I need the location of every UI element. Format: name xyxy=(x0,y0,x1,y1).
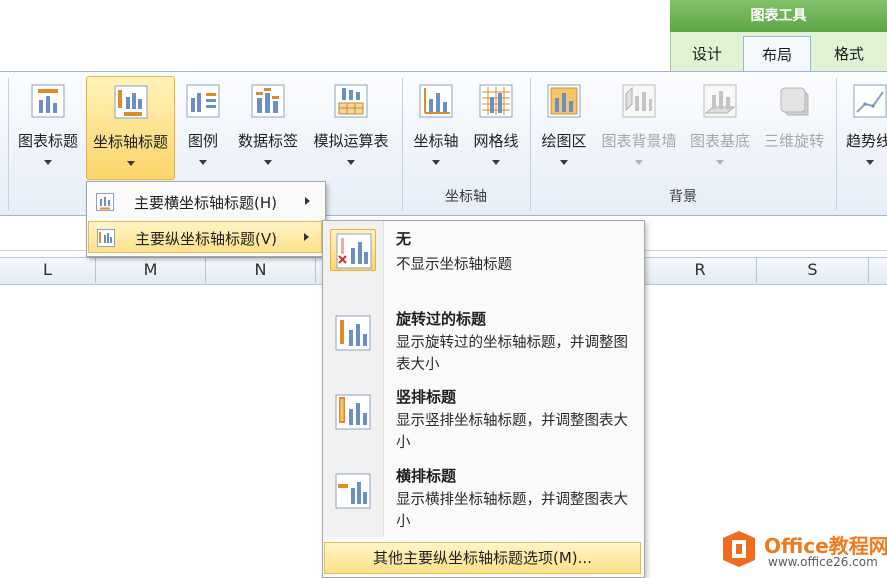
chart-floor-button[interactable]: 图表基底 xyxy=(684,76,756,180)
no-axis-title-icon xyxy=(330,229,376,271)
chart-wall-label: 图表背景墙 xyxy=(601,132,677,150)
gridlines-button[interactable]: 网格线 xyxy=(466,76,526,180)
chart-tools-header: 图表工具 xyxy=(670,0,887,32)
menu-item-label: 主要纵坐标轴标题(V) xyxy=(135,230,277,248)
chevron-down-icon xyxy=(716,160,724,165)
chevron-down-icon xyxy=(264,160,272,165)
data-labels-icon xyxy=(251,84,285,118)
gridlines-icon xyxy=(479,84,513,118)
chevron-right-icon xyxy=(304,233,309,241)
office-logo-icon xyxy=(722,530,756,568)
chart-title-button[interactable]: 图表标题 xyxy=(10,76,86,180)
legend-label: 图例 xyxy=(187,132,218,150)
option-description: 显示旋转过的坐标轴标题，并调整图表大小 xyxy=(396,335,628,373)
group-separator xyxy=(836,78,837,210)
group-separator xyxy=(530,78,531,210)
axes-label: 坐标轴 xyxy=(413,132,459,150)
chart-title-icon xyxy=(31,84,65,118)
option-title: 旋转过的标题 xyxy=(396,310,487,328)
chevron-down-icon xyxy=(347,160,355,165)
group-separator xyxy=(8,78,9,210)
axes-button[interactable]: 坐标轴 xyxy=(406,76,466,180)
axis-title-button[interactable]: 坐标轴标题 xyxy=(86,76,175,180)
plot-area-label: 绘图区 xyxy=(541,132,587,150)
group-label-background: 背景 xyxy=(669,189,697,205)
option-description: 不显示坐标轴标题 xyxy=(396,257,512,273)
column-header-r[interactable]: R xyxy=(643,257,757,283)
option-title: 竖排标题 xyxy=(396,388,457,406)
tab-layout[interactable]: 布局 xyxy=(743,36,811,75)
watermark-url: www.office26.com xyxy=(768,555,878,569)
chevron-down-icon xyxy=(866,160,874,165)
column-header-l[interactable]: L xyxy=(0,257,96,283)
chevron-down-icon xyxy=(432,160,440,165)
trendline-label: 趋势线 xyxy=(846,132,887,150)
column-header-n[interactable]: N xyxy=(206,257,316,283)
menu-item-primary-vertical-axis-title[interactable]: 主要纵坐标轴标题(V) xyxy=(88,221,322,253)
option-description: 显示竖排坐标轴标题，并调整图表大小 xyxy=(396,413,628,451)
data-table-label: 模拟运算表 xyxy=(313,132,389,150)
trendline-button[interactable]: 趋势线 xyxy=(840,76,887,180)
data-table-button[interactable]: 模拟运算表 xyxy=(306,76,396,180)
column-header-s[interactable]: S xyxy=(757,257,869,283)
plot-area-icon xyxy=(547,84,581,118)
group-label-axes: 坐标轴 xyxy=(445,189,487,205)
option-title: 无 xyxy=(396,230,412,248)
gridlines-label: 网格线 xyxy=(473,132,519,150)
chart-floor-label: 图表基底 xyxy=(689,132,750,150)
group-separator xyxy=(402,78,403,210)
chart-floor-icon xyxy=(703,84,737,118)
3d-rotation-label: 三维旋转 xyxy=(763,132,824,150)
option-description: 显示横排坐标轴标题，并调整图表大小 xyxy=(396,492,628,530)
chevron-down-icon xyxy=(199,160,207,165)
chevron-down-icon xyxy=(44,160,52,165)
data-table-icon xyxy=(334,84,368,118)
vertical-axis-title-icon xyxy=(97,229,115,247)
chart-title-label: 图表标题 xyxy=(17,132,78,150)
3d-rotation-icon xyxy=(777,84,811,118)
menu-item-label: 主要横坐标轴标题(H) xyxy=(134,194,277,212)
column-header-m[interactable]: M xyxy=(96,257,206,283)
plot-area-button[interactable]: 绘图区 xyxy=(534,76,594,180)
chevron-down-icon xyxy=(126,161,135,166)
vertical-title-icon xyxy=(330,391,376,433)
chevron-down-icon xyxy=(560,160,568,165)
option-title: 横排标题 xyxy=(396,467,457,485)
chevron-down-icon xyxy=(492,160,500,165)
tab-design[interactable]: 设计 xyxy=(674,36,740,72)
3d-rotation-button[interactable]: 三维旋转 xyxy=(758,76,830,180)
legend-icon xyxy=(186,84,220,118)
axes-icon xyxy=(419,84,453,118)
more-axis-title-options-button[interactable]: 其他主要纵坐标轴标题选项(M)... xyxy=(324,542,641,574)
chart-wall-button[interactable]: 图表背景墙 xyxy=(596,76,682,180)
legend-button[interactable]: 图例 xyxy=(178,76,228,180)
tab-format[interactable]: 格式 xyxy=(814,36,884,72)
axis-title-label: 坐标轴标题 xyxy=(92,133,168,151)
menu-item-primary-horizontal-axis-title[interactable]: 主要横坐标轴标题(H) xyxy=(88,186,322,218)
trendline-icon xyxy=(853,84,887,118)
rotated-title-icon xyxy=(330,312,376,354)
chevron-down-icon xyxy=(635,160,643,165)
horizontal-title-icon xyxy=(330,470,376,512)
axis-title-icon xyxy=(114,85,148,119)
horizontal-axis-title-icon xyxy=(96,193,114,211)
chevron-right-icon xyxy=(305,197,310,205)
data-labels-button[interactable]: 数据标签 xyxy=(232,76,304,180)
data-labels-label: 数据标签 xyxy=(237,132,298,150)
chart-wall-icon xyxy=(622,84,656,118)
